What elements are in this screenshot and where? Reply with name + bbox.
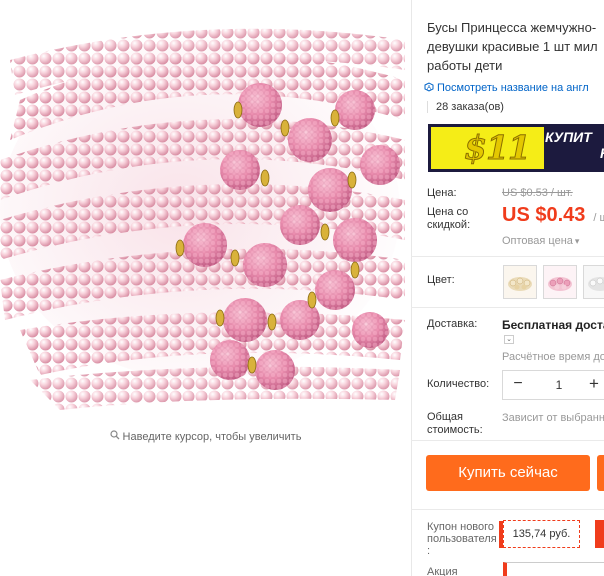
color-option-thumb[interactable] [583,265,604,299]
magnifier-icon [109,430,120,443]
divider [411,440,604,441]
divider [411,0,412,576]
delivery-label: Доставка: [427,318,478,330]
price-unit: / ш [593,212,604,224]
pearl-bracelet-image [0,0,411,425]
translate-title-link[interactable]: A Посмотреть название на англ [424,82,589,94]
chevron-down-icon: ▾ [574,236,580,246]
svg-text:A: A [427,86,431,92]
translate-icon: A [424,82,434,92]
product-image[interactable] [0,0,411,425]
total-label-line2: стоимость: [427,424,483,436]
product-title-line: работы дети [427,58,503,73]
orders-count: 28 заказа(ов) [427,101,504,113]
buy-now-button[interactable]: Купить сейчас [426,455,590,491]
promo-box[interactable] [503,562,604,576]
quantity-decrease-button[interactable]: − [510,375,526,393]
new-user-coupon[interactable]: 135,74 руб. [499,520,580,548]
total-label-line1: Общая [427,411,463,423]
color-option-thumb[interactable] [503,265,537,299]
translate-link-text: Посмотреть название на англ [437,82,589,94]
delivery-time: Расчётное время дос [502,351,604,363]
coupon-edge [499,521,503,548]
coupon-label: Купон нового пользователя : [427,521,497,557]
product-title-line: Бусы Принцесса жемчужно- [427,20,597,35]
divider [411,307,604,308]
divider [411,256,604,257]
price-label: Цена: [427,187,457,199]
discount-price-label-line1: Цена со [427,206,469,218]
old-price: US $0.53 / шт. [502,187,573,199]
discount-price: US $0.43 / ш [502,204,604,227]
banner-cta-line2: Н [600,145,604,161]
coupon-value: 135,74 руб. [512,528,571,540]
product-info-panel: Бусы Принцесса жемчужно- девушки красивы… [411,0,604,576]
coupon-label-line: : [427,545,431,557]
coupon-label-line: пользователя [427,533,497,545]
quantity-input[interactable]: 1 [537,378,581,392]
wholesale-price-toggle[interactable]: Оптовая цена ▾ [502,235,579,247]
divider [411,509,604,510]
discount-price-label-line2: скидкой: [427,219,471,231]
total-value: Зависит от выбранн [502,412,604,424]
color-option-thumb[interactable] [543,265,577,299]
get-coupon-button[interactable] [595,520,604,548]
delivery-expand-icon[interactable]: ⌄ [504,335,514,344]
promo-banner[interactable]: $11 КУПИТ Н [428,124,604,172]
quantity-stepper: − 1 + [502,370,604,400]
coupon-label-line: Купон нового [427,521,495,533]
add-to-cart-button[interactable] [597,455,604,491]
banner-price: $11 [464,128,532,168]
zoom-hint-text: Наведите курсор, чтобы увеличить [122,431,302,443]
quantity-label: Количество: [427,378,490,390]
promo-label: Акция [427,566,458,576]
discount-price-value: US $0.43 [502,204,586,226]
banner-cta-line1: КУПИТ [545,129,592,145]
color-label: Цвет: [427,274,455,286]
product-title: Бусы Принцесса жемчужно- девушки красивы… [427,18,604,75]
product-title-line: девушки красивые 1 шт мил [427,39,598,54]
quantity-increase-button[interactable]: + [586,374,602,394]
delivery-value: Бесплатная достав [502,318,604,332]
wholesale-price-text: Оптовая цена [502,235,573,247]
zoom-hint: Наведите курсор, чтобы увеличить [0,430,411,443]
